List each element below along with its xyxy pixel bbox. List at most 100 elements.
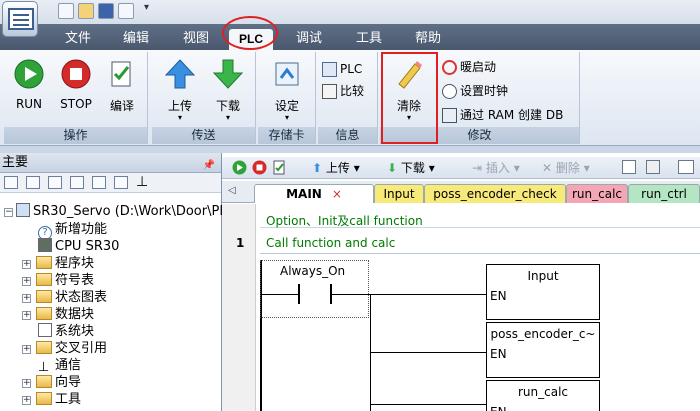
tab-scroll-left-icon[interactable]: ◁ bbox=[228, 185, 236, 196]
call-box-en: EN bbox=[490, 347, 507, 361]
upload-button[interactable]: 上传 ▾ bbox=[158, 58, 202, 122]
symbol-icon[interactable] bbox=[646, 160, 660, 174]
print-icon[interactable] bbox=[118, 3, 134, 19]
comm-tool-icon[interactable]: ⊥ bbox=[136, 175, 150, 189]
tree-item-tools[interactable]: + 工具 bbox=[22, 391, 81, 408]
insert-icon: ⇥ bbox=[472, 161, 483, 175]
tree-item-whats-new[interactable]: ? 新增功能 bbox=[38, 221, 107, 240]
save-icon[interactable] bbox=[98, 3, 114, 19]
tree-item-cross-reference[interactable]: + 交叉引用 bbox=[22, 340, 107, 357]
more-icon[interactable] bbox=[678, 160, 694, 174]
compile-button[interactable]: 编译 bbox=[100, 58, 144, 120]
create-db-button[interactable]: 通过 RAM 创建 DB bbox=[442, 106, 563, 124]
open-folder-icon[interactable] bbox=[78, 3, 94, 19]
compare-label: 比较 bbox=[340, 84, 365, 98]
upload-small-icon: ⬆ bbox=[312, 161, 323, 175]
toolbar-upload-label: 上传 bbox=[325, 161, 350, 175]
tree-item-wizards[interactable]: + 向导 bbox=[22, 374, 81, 391]
call-box-poss-encoder[interactable]: poss_encoder_c~ EN bbox=[486, 322, 600, 378]
editor-tab-poss-encoder-check[interactable]: poss_encoder_check bbox=[424, 184, 566, 203]
folder-icon bbox=[36, 290, 52, 303]
set-clock-label: 设置时钟 bbox=[460, 84, 509, 98]
tab-help[interactable]: 帮助 bbox=[404, 29, 452, 50]
tab-edit[interactable]: 编辑 bbox=[112, 29, 160, 50]
call-box-input[interactable]: Input EN bbox=[486, 264, 600, 320]
run-button[interactable]: RUN bbox=[7, 58, 51, 120]
tree-item-status-chart[interactable]: + 状态图表 bbox=[22, 289, 107, 306]
application-button[interactable] bbox=[2, 1, 38, 37]
warm-start-button[interactable]: 暖启动 bbox=[442, 58, 496, 76]
network-divider bbox=[260, 253, 700, 254]
close-tab-icon[interactable]: × bbox=[332, 187, 342, 201]
tab-view[interactable]: 视图 bbox=[172, 29, 220, 50]
network-icon[interactable] bbox=[622, 160, 636, 174]
download-small-icon: ⬇ bbox=[387, 161, 398, 175]
collapse-icon[interactable]: − bbox=[4, 208, 13, 217]
ribbon-tab-bar: 文件 编辑 视图 PLC 调试 工具 帮助 bbox=[0, 24, 700, 50]
ladder-diagram: Option、Init及call function 1 Call functio… bbox=[222, 204, 700, 411]
doc-icon bbox=[38, 323, 52, 337]
stop-button[interactable]: STOP bbox=[54, 58, 98, 120]
toolbar-insert-button[interactable]: ⇥ 插入 ▾ bbox=[472, 160, 520, 176]
toolbar-download-label: 下载 bbox=[400, 161, 425, 175]
customize-quick-access-icon[interactable]: ▾ bbox=[144, 2, 149, 13]
tree-item-system-block[interactable]: 系统块 bbox=[38, 323, 94, 340]
contact-label: Always_On bbox=[280, 264, 346, 278]
expand-icon[interactable]: + bbox=[22, 396, 31, 405]
run-small-icon[interactable] bbox=[232, 160, 247, 175]
list-icon[interactable] bbox=[70, 176, 84, 189]
call-box-en: EN bbox=[490, 405, 507, 411]
folder-icon bbox=[36, 375, 52, 388]
settings-button[interactable]: 设定 ▾ bbox=[265, 58, 309, 122]
tree-item-program-blocks[interactable]: + 程序块 bbox=[22, 255, 94, 272]
expand-icon[interactable]: + bbox=[22, 277, 31, 286]
monitor-icon[interactable] bbox=[114, 176, 128, 189]
group-operation-label: 操作 bbox=[4, 127, 147, 144]
settings-label: 设定 bbox=[274, 99, 299, 113]
editor-tab-main[interactable]: MAIN × bbox=[254, 184, 374, 203]
toolbar-insert-label: 插入 bbox=[485, 161, 510, 175]
group-memory-card-label: 存储卡 bbox=[258, 127, 315, 144]
expand-icon[interactable]: + bbox=[22, 345, 31, 354]
view-icon[interactable] bbox=[4, 176, 18, 189]
document-icon[interactable] bbox=[48, 176, 62, 189]
tab-file[interactable]: 文件 bbox=[54, 29, 102, 50]
toolbar-download-button[interactable]: ⬇ 下载 ▾ bbox=[387, 160, 435, 176]
expand-icon[interactable]: + bbox=[22, 379, 31, 388]
editor-tab-run-calc[interactable]: run_calc bbox=[566, 184, 628, 203]
stop-small-icon[interactable] bbox=[252, 160, 267, 175]
plc-info-button[interactable]: PLC bbox=[322, 60, 362, 78]
compare-button[interactable]: 比较 bbox=[322, 82, 364, 100]
table-icon[interactable] bbox=[26, 176, 40, 189]
editor-tab-run-ctrl[interactable]: run_ctrl bbox=[628, 184, 700, 203]
tree-label: 通信 bbox=[55, 358, 82, 373]
toolbar-upload-button[interactable]: ⬆ 上传 ▾ bbox=[312, 160, 360, 176]
tab-tools[interactable]: 工具 bbox=[345, 29, 393, 50]
tab-debug[interactable]: 调试 bbox=[285, 29, 333, 50]
tree-label: 交叉引用 bbox=[55, 341, 108, 356]
upload-arrow-icon bbox=[164, 59, 196, 89]
expand-icon[interactable]: + bbox=[22, 294, 31, 303]
expand-icon[interactable]: + bbox=[22, 260, 31, 269]
new-file-icon[interactable] bbox=[58, 3, 74, 19]
tree-item-data-block[interactable]: + 数据块 bbox=[22, 306, 94, 323]
set-clock-button[interactable]: 设置时钟 bbox=[442, 82, 508, 100]
plc-info-label: PLC bbox=[340, 62, 363, 76]
clock-icon bbox=[442, 84, 457, 99]
compile-small-icon[interactable] bbox=[272, 160, 287, 175]
tree-item-communication[interactable]: ⊥ 通信 bbox=[38, 357, 81, 374]
tree-project[interactable]: − SR30_Servo (D:\Work\Door\PLC bbox=[4, 203, 236, 220]
download-button[interactable]: 下载 ▾ bbox=[206, 58, 250, 122]
toolbar-delete-button[interactable]: ✕ 删除 ▾ bbox=[542, 160, 590, 176]
tree-item-cpu[interactable]: CPU SR30 bbox=[38, 238, 119, 255]
editor-tab-input[interactable]: Input bbox=[374, 184, 424, 203]
rung-wire bbox=[262, 294, 298, 295]
chart-icon[interactable] bbox=[92, 176, 106, 189]
ram-db-icon bbox=[442, 108, 457, 123]
plc-info-icon bbox=[322, 62, 337, 77]
expand-icon[interactable]: + bbox=[22, 311, 31, 320]
stop-icon bbox=[61, 59, 91, 89]
tree-item-symbol-table[interactable]: + 符号表 bbox=[22, 272, 94, 289]
call-box-run-calc[interactable]: run_calc EN bbox=[486, 380, 600, 411]
folder-icon bbox=[36, 392, 52, 405]
